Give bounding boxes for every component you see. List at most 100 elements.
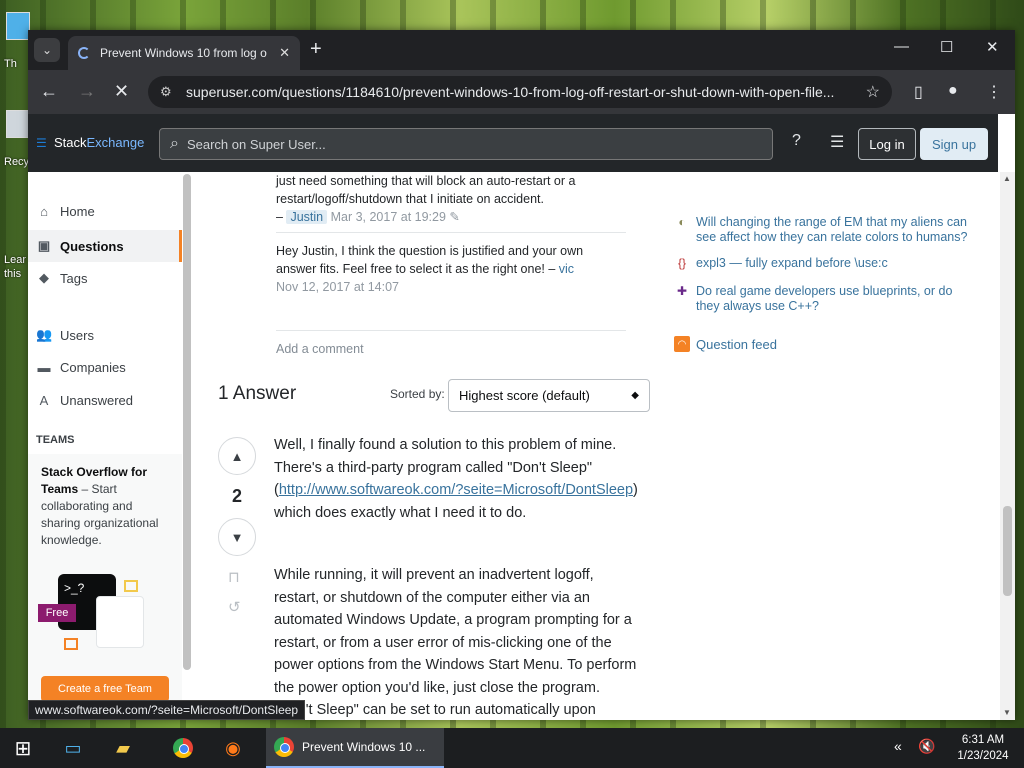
- more-menu-icon[interactable]: ⋮: [986, 82, 1002, 102]
- clock-time: 6:31 AM: [961, 734, 1005, 746]
- answer-paragraph: Well, I finally found a solution to this…: [274, 434, 640, 524]
- site-switcher-icon[interactable]: ☰: [830, 132, 844, 152]
- bookmark-icon[interactable]: ⊓: [228, 568, 240, 586]
- main-column: just need something that will block an a…: [208, 172, 650, 720]
- unanswered-icon: A: [39, 393, 49, 408]
- add-comment-link[interactable]: Add a comment: [276, 342, 364, 356]
- tab-close-icon[interactable]: ✕: [279, 45, 290, 61]
- tray-overflow-icon[interactable]: «: [894, 738, 902, 754]
- bookmark-star-icon[interactable]: ☆: [866, 82, 880, 102]
- chrome-taskbar-icon[interactable]: [160, 728, 206, 768]
- tex-icon: {}: [677, 256, 686, 270]
- firefox-icon[interactable]: ◉: [210, 728, 256, 768]
- downvote-button[interactable]: ▼: [218, 518, 256, 556]
- nav-item-questions[interactable]: ▣ Questions: [28, 230, 182, 262]
- comment-text: just need something that will block an a…: [276, 174, 576, 206]
- stackexchange-icon: ☰: [36, 135, 47, 150]
- chat-bubble-icon: [64, 638, 78, 650]
- nav-item-unanswered[interactable]: A Unanswered: [36, 393, 133, 408]
- hot-question-link[interactable]: Do real game developers use blueprints, …: [696, 284, 968, 314]
- answers-heading: 1 Answer: [218, 383, 297, 404]
- search-placeholder: Search on Super User...: [186, 136, 326, 152]
- chrome-logo-icon: [274, 737, 294, 757]
- create-team-button[interactable]: Create a free Team: [41, 676, 169, 702]
- taskbar-active-window[interactable]: Prevent Windows 10 ...: [266, 728, 444, 768]
- hot-question-item[interactable]: ✚ Do real game developers use blueprints…: [674, 284, 968, 314]
- up-arrow-icon: ▲: [230, 448, 244, 464]
- login-button[interactable]: Log in: [858, 128, 916, 160]
- help-icon[interactable]: ?: [792, 132, 801, 150]
- volume-muted-icon[interactable]: 🔇: [918, 738, 935, 755]
- comment-divider: [276, 232, 626, 233]
- answer-score: 2: [231, 486, 242, 506]
- scroll-up-icon[interactable]: ▲: [1003, 174, 1011, 183]
- forward-arrow-icon[interactable]: →: [78, 80, 96, 102]
- logo-text-stack: Stack: [54, 135, 87, 150]
- profile-avatar-icon[interactable]: ●: [948, 82, 958, 100]
- search-icon: ⌕: [170, 135, 179, 152]
- question-feed-label: Question feed: [696, 336, 777, 352]
- site-header: ☰ Stack Exchange ⌕ Search on Super User..…: [28, 114, 998, 172]
- select-caret-icon: ◆: [631, 390, 639, 401]
- tab-bar: ⌄ Prevent Windows 10 from log o ✕ + — ☐ …: [28, 30, 1015, 70]
- close-window-button[interactable]: ✕: [986, 38, 999, 56]
- worldbuilding-icon: ◐: [678, 215, 686, 229]
- nav-item-tags[interactable]: ◆ Tags: [36, 270, 87, 286]
- sort-selected-value: Highest score (default): [459, 388, 590, 403]
- clock-date: 1/23/2024: [957, 750, 1009, 762]
- checklist-icon: [96, 596, 144, 648]
- comment-user-link[interactable]: vic: [559, 262, 574, 276]
- sidebar-scrollbar[interactable]: [183, 174, 191, 670]
- tab-active[interactable]: Prevent Windows 10 from log o ✕: [68, 36, 300, 70]
- comment-date[interactable]: Mar 3, 2017 at 19:29: [331, 210, 446, 224]
- site-info-icon[interactable]: ⚙: [160, 84, 176, 100]
- history-icon[interactable]: ↺: [228, 598, 241, 616]
- minimize-button[interactable]: —: [894, 38, 909, 55]
- stop-loading-icon[interactable]: ✕: [114, 80, 129, 102]
- maximize-button[interactable]: ☐: [940, 38, 953, 56]
- scroll-down-icon[interactable]: ▼: [1003, 708, 1011, 717]
- question-feed-link[interactable]: ◠ Question feed: [674, 336, 777, 352]
- answer-paragraph: While running, it will prevent an inadve…: [274, 567, 637, 718]
- browser-window: ⌄ Prevent Windows 10 from log o ✕ + — ☐ …: [28, 30, 1015, 720]
- dont-sleep-link[interactable]: http://www.softwareok.com/?seite=Microso…: [279, 482, 633, 498]
- system-clock[interactable]: 6:31 AM 1/23/2024: [950, 732, 1016, 764]
- recycle-bin-icon[interactable]: [6, 110, 30, 138]
- terminal-text: >_?: [64, 581, 85, 595]
- desktop-app-icon[interactable]: ▭: [50, 728, 96, 768]
- scrollbar-thumb[interactable]: [1003, 506, 1012, 596]
- site-search-input[interactable]: ⌕ Search on Super User...: [159, 128, 773, 160]
- teams-section-label: TEAMS: [36, 434, 75, 446]
- comment-user-link[interactable]: Justin: [286, 210, 328, 224]
- hot-question-item[interactable]: ◐ Will changing the range of EM that my …: [674, 215, 968, 245]
- nav-item-users[interactable]: 👥 Users: [36, 327, 94, 343]
- browser-toolbar: ← → ✕ ⚙ superuser.com/questions/1184610/…: [28, 70, 1015, 114]
- comment: just need something that will block an a…: [276, 172, 626, 226]
- nav-item-home[interactable]: ⌂ Home: [36, 204, 95, 219]
- windows-start-icon[interactable]: ⊞: [0, 728, 46, 768]
- desktop-shortcut-icon[interactable]: [6, 12, 30, 40]
- chevron-down-icon: ⌄: [41, 43, 53, 57]
- down-arrow-icon: ▼: [230, 529, 244, 545]
- comment-text: Hey Justin, I think the question is just…: [276, 244, 584, 276]
- tab-search-button[interactable]: ⌄: [34, 38, 60, 62]
- desktop-icon-label: Th: [4, 58, 17, 70]
- hot-question-item[interactable]: {} expl3 — fully expand before \use:c: [674, 256, 968, 271]
- new-tab-button[interactable]: +: [310, 38, 322, 60]
- back-arrow-icon[interactable]: ←: [40, 80, 58, 102]
- stackexchange-logo[interactable]: ☰ Stack Exchange: [36, 135, 144, 150]
- comment-dash: –: [276, 210, 287, 224]
- upvote-button[interactable]: ▲: [218, 437, 256, 475]
- file-explorer-icon[interactable]: ▰: [100, 728, 146, 768]
- sort-select[interactable]: Highest score (default) ◆: [448, 379, 650, 412]
- page-scrollbar[interactable]: ▲ ▼: [1000, 172, 1015, 720]
- address-bar[interactable]: ⚙ superuser.com/questions/1184610/preven…: [148, 76, 892, 108]
- logo-text-exchange: Exchange: [86, 135, 145, 150]
- hot-question-link[interactable]: expl3 — fully expand before \use:c: [696, 256, 968, 271]
- side-panel-icon[interactable]: ▯: [914, 82, 923, 102]
- signup-button[interactable]: Sign up: [920, 128, 988, 160]
- comment-date[interactable]: Nov 12, 2017 at 14:07: [276, 280, 399, 294]
- nav-item-companies[interactable]: ▬ Companies: [36, 360, 126, 375]
- hot-question-link[interactable]: Will changing the range of EM that my al…: [696, 215, 968, 245]
- taskbar: ⊞ ▭ ▰ ◉ Prevent Windows 10 ... « 🔇 6:31 …: [0, 728, 1024, 768]
